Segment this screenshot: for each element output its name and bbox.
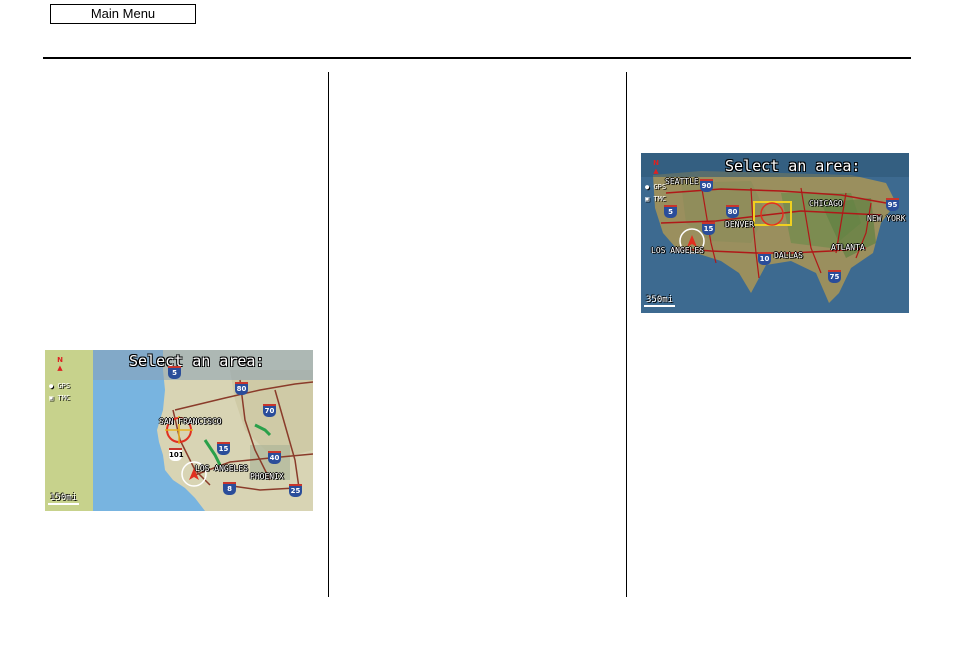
tmc-label: TMC	[653, 195, 667, 203]
city-label-denver: DENVER	[725, 220, 754, 229]
city-label-seattle: SEATTLE	[665, 177, 699, 186]
city-label-chicago: CHICAGO	[809, 199, 843, 208]
highway-shield: 15	[217, 442, 230, 455]
city-label-san-francisco: SAN FRANCISCO	[159, 417, 222, 426]
highway-shield: 15	[702, 222, 715, 235]
highway-shield: 5	[664, 205, 677, 218]
highway-shield: 70	[263, 404, 276, 417]
map-us-scale: 350mi	[644, 295, 676, 307]
column-divider-left	[328, 72, 329, 597]
city-label-dallas: DALLAS	[774, 251, 803, 260]
tmc-indicator: ▣ TMC	[645, 195, 667, 203]
main-menu-button[interactable]: Main Menu	[50, 4, 196, 24]
map-west-scale: 150mi	[48, 493, 80, 505]
highway-shield: 5	[168, 366, 181, 379]
gps-indicator: ● GPS	[645, 183, 667, 191]
map-west-coast[interactable]: Select an area: N ▲ ● GPS ▣ TMC SAN FRANC…	[45, 350, 313, 511]
map-west-sidebar	[45, 350, 93, 511]
highway-shield: 95	[886, 198, 899, 211]
highway-shield: 40	[268, 451, 281, 464]
city-label-atlanta: ATLANTA	[831, 243, 865, 252]
city-label-los-angeles: LOS ANGELES	[651, 246, 704, 255]
column-divider-right	[626, 72, 627, 597]
map-us-title: Select an area:	[725, 157, 861, 175]
highway-shield: 10	[758, 252, 771, 265]
highway-shield: 25	[289, 484, 302, 497]
highway-shield: 8	[223, 482, 236, 495]
city-label-phoenix: PHOENIX	[250, 472, 284, 481]
north-label: N	[653, 159, 659, 167]
map-united-states[interactable]: Select an area: N ▲ ● GPS ▣ TMC SEATTLE D…	[641, 153, 909, 313]
tmc-indicator: ▣ TMC	[49, 394, 71, 402]
north-arrow-icon: N ▲	[57, 356, 63, 372]
highway-shield: 80	[235, 382, 248, 395]
map-west-title: Select an area:	[129, 352, 265, 370]
north-arrow-icon: N ▲	[653, 159, 659, 175]
north-label: N	[57, 356, 63, 364]
highway-shield: 101	[169, 448, 184, 461]
highway-shield: 90	[700, 179, 713, 192]
tmc-label: TMC	[57, 394, 71, 402]
gps-label: GPS	[57, 382, 71, 390]
gps-indicator: ● GPS	[49, 382, 71, 390]
city-label-new-york: NEW YORK	[867, 214, 906, 223]
header-rule	[43, 57, 911, 59]
highway-shield: 75	[828, 270, 841, 283]
city-label-los-angeles: LOS ANGELES	[195, 464, 248, 473]
highway-shield: 80	[726, 205, 739, 218]
